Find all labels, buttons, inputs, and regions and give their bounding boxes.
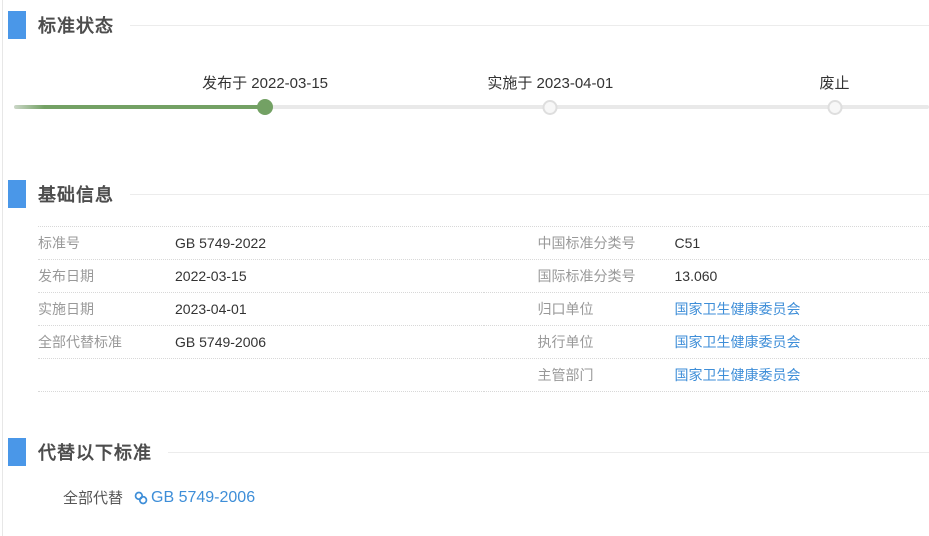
timeline-stop-abolished: 废止: [820, 72, 850, 93]
row-label: 实施日期: [38, 299, 175, 319]
ccs-code-value: C51: [675, 235, 701, 251]
timeline-label-implemented: 实施于 2023-04-01: [487, 72, 613, 93]
ics-code-value: 13.060: [675, 268, 718, 284]
basic-info-table: 标准号 GB 5749-2022 发布日期 2022-03-15 实施日期 20…: [38, 226, 929, 392]
standard-detail-page: 标准状态 发布于 2022-03-15 实施于 2023-04-01 废止 基础…: [2, 0, 929, 536]
replaced-standard-link[interactable]: GB 5749-2006: [151, 489, 255, 507]
standard-number-value: GB 5749-2022: [175, 235, 266, 251]
centralized-unit-link[interactable]: 国家卫生健康委员会: [675, 299, 801, 319]
section-standard-status: 标准状态 发布于 2022-03-15 实施于 2023-04-01 废止: [8, 11, 929, 124]
timeline-dot-published-active: [257, 99, 273, 115]
table-row: 标准号 GB 5749-2022: [38, 227, 484, 260]
table-row: 国际标准分类号 13.060: [484, 260, 929, 293]
header-rule: [168, 452, 929, 453]
row-label: 国际标准分类号: [538, 266, 675, 286]
header-rule: [130, 25, 929, 26]
table-row: 归口单位 国家卫生健康委员会: [484, 293, 929, 326]
replaced-standard-value: GB 5749-2006: [175, 334, 266, 350]
section-title-replaces: 代替以下标准: [38, 439, 152, 465]
replaces-section-header: 代替以下标准: [8, 438, 929, 466]
table-row: 发布日期 2022-03-15: [38, 260, 484, 293]
table-row: 执行单位 国家卫生健康委员会: [484, 326, 929, 359]
section-title-basic: 基础信息: [38, 181, 114, 207]
timeline-dot-implemented: [543, 100, 558, 115]
timeline-label-published: 发布于 2022-03-15: [202, 72, 328, 93]
accent-bar: [8, 180, 26, 208]
row-label: 中国标准分类号: [538, 233, 675, 253]
chain-link-icon: [133, 490, 149, 506]
row-label: 归口单位: [538, 299, 675, 319]
basic-section-header: 基础信息: [8, 180, 929, 208]
publish-date-value: 2022-03-15: [175, 268, 247, 284]
competent-department-link[interactable]: 国家卫生健康委员会: [675, 365, 801, 385]
table-row: 实施日期 2023-04-01: [38, 293, 484, 326]
section-basic-info: 基础信息 标准号 GB 5749-2022 发布日期 2022-03-15 实施…: [8, 180, 929, 392]
accent-bar: [8, 438, 26, 466]
table-row: 中国标准分类号 C51: [484, 227, 929, 260]
row-label: 发布日期: [38, 266, 175, 286]
table-row-empty: [38, 359, 484, 392]
section-replaces: 代替以下标准 全部代替 GB 5749-2006: [8, 438, 929, 508]
row-label: 全部代替标准: [38, 332, 175, 352]
accent-bar: [8, 11, 26, 39]
section-title-status: 标准状态: [38, 12, 114, 38]
row-label: 标准号: [38, 233, 175, 253]
replace-relation-label: 全部代替: [63, 487, 123, 508]
status-timeline: 发布于 2022-03-15 实施于 2023-04-01 废止: [12, 72, 929, 124]
status-section-header: 标准状态: [8, 11, 929, 39]
replace-row: 全部代替 GB 5749-2006: [63, 487, 929, 508]
basic-info-left-column: 标准号 GB 5749-2022 发布日期 2022-03-15 实施日期 20…: [38, 227, 484, 392]
timeline-stop-implemented: 实施于 2023-04-01: [487, 72, 613, 93]
row-label: 执行单位: [538, 332, 675, 352]
basic-info-right-column: 中国标准分类号 C51 国际标准分类号 13.060 归口单位 国家卫生健康委员…: [484, 227, 929, 392]
table-row: 全部代替标准 GB 5749-2006: [38, 326, 484, 359]
table-row: 主管部门 国家卫生健康委员会: [484, 359, 929, 392]
timeline-dot-abolished: [827, 100, 842, 115]
row-label: 主管部门: [538, 365, 675, 385]
timeline-stop-published: 发布于 2022-03-15: [202, 72, 328, 93]
timeline-label-abolished: 废止: [820, 72, 850, 93]
executing-unit-link[interactable]: 国家卫生健康委员会: [675, 332, 801, 352]
header-rule: [130, 194, 929, 195]
implement-date-value: 2023-04-01: [175, 301, 247, 317]
timeline-progress: [14, 105, 267, 109]
